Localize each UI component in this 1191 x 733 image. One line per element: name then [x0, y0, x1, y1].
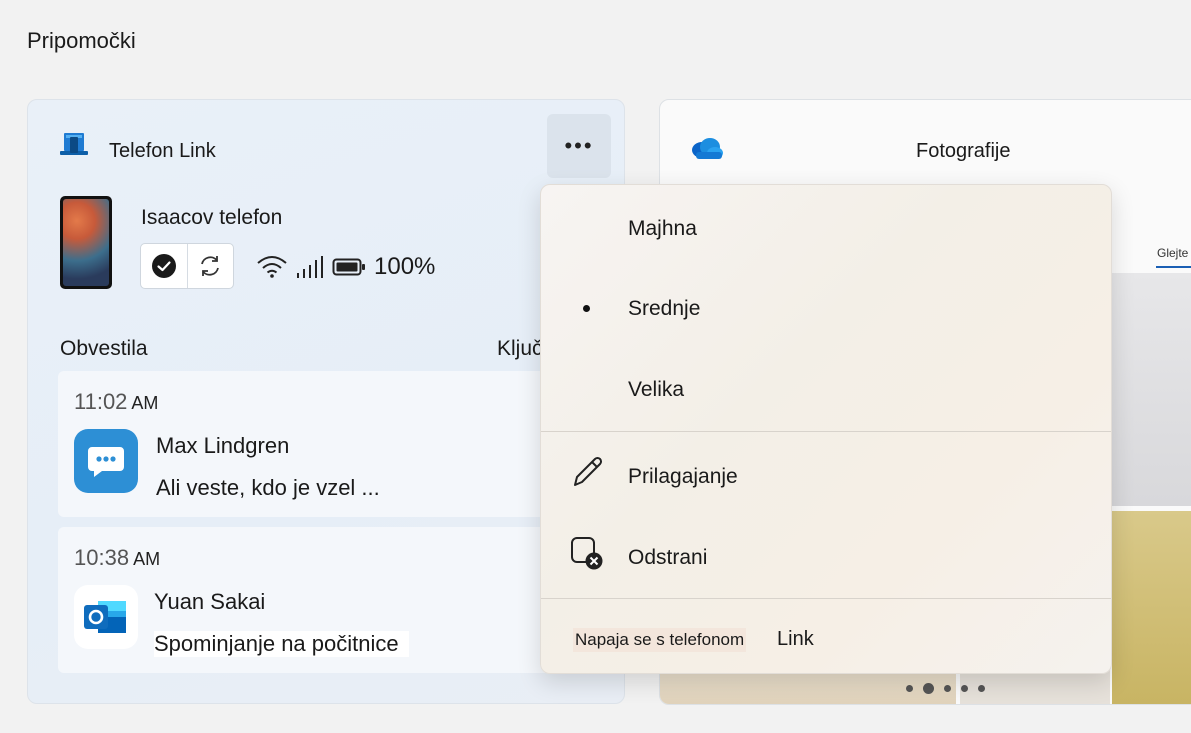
menu-item-small[interactable]: Majhna — [541, 205, 1111, 255]
menu-item-label: Majhna — [628, 217, 697, 240]
menu-item-label: Odstrani — [628, 546, 708, 569]
check-circle-icon — [151, 254, 176, 278]
carousel-dot[interactable] — [906, 685, 913, 692]
photo-tile[interactable] — [1112, 511, 1191, 704]
remove-widget-icon — [571, 537, 603, 570]
more-options-button[interactable]: ••• — [547, 114, 611, 178]
widget-title-part2: Link — [179, 140, 216, 162]
phone-status: 100% — [256, 252, 435, 282]
notification-time: 10:38 AM — [74, 545, 161, 570]
onedrive-cloud-icon — [692, 138, 723, 159]
notification-item[interactable]: 10:38 AM Yuan Sakai Spominjanje na počitn… — [58, 527, 598, 673]
widget-title-part1: Telefon — [109, 140, 174, 162]
battery-level: 100% — [374, 253, 436, 280]
photo-tile[interactable] — [1112, 273, 1191, 506]
menu-item-label: Velika — [628, 378, 685, 401]
menu-item-remove[interactable]: Odstrani — [541, 534, 1111, 584]
photos-title: Fotografije — [916, 140, 1011, 162]
sync-button[interactable] — [186, 244, 234, 288]
photos-tab[interactable]: Glejte — [1157, 246, 1188, 260]
more-icon: ••• — [564, 133, 594, 158]
notification-sender: Max Lindgren — [156, 433, 290, 458]
tab-indicator — [1156, 266, 1191, 268]
phone-link-icon — [60, 133, 88, 155]
wifi-icon — [257, 256, 287, 278]
notifications-title: Obvestila — [60, 337, 148, 360]
notification-time: 11:02 AM — [74, 389, 159, 414]
signal-icon — [297, 256, 323, 278]
phone-thumbnail — [60, 196, 112, 289]
sync-icon — [201, 256, 220, 276]
notifications-key-link[interactable]: Ključ — [497, 337, 543, 361]
notification-item[interactable]: 11:02 AM Max Lindgren Ali veste, kdo je v… — [58, 371, 598, 517]
menu-separator — [541, 598, 1111, 599]
selected-bullet-icon — [583, 305, 590, 312]
widget-title: Telefon Link — [109, 140, 216, 163]
menu-item-customize[interactable]: Prilagajanje — [541, 453, 1111, 503]
carousel-dot[interactable] — [944, 685, 951, 692]
carousel-dots[interactable] — [906, 683, 985, 694]
notification-text: Spominjanje na počitnice — [154, 631, 409, 657]
powered-by-text: Napaja se s telefonom — [573, 628, 747, 652]
carousel-dot[interactable] — [978, 685, 985, 692]
carousel-dot-active[interactable] — [923, 683, 934, 694]
messages-app-icon — [74, 429, 138, 493]
do-not-disturb-button[interactable] — [141, 244, 187, 288]
phone-link-widget: Telefon Link ••• Isaacov telefon 100% Ob… — [27, 99, 625, 704]
outlook-app-icon — [74, 585, 138, 649]
menu-separator — [541, 431, 1111, 432]
menu-item-medium[interactable]: Srednje — [541, 285, 1111, 335]
menu-item-label: Prilagajanje — [628, 465, 738, 488]
notification-text: Ali veste, kdo je vzel ... — [156, 475, 380, 500]
phone-action-group — [140, 243, 234, 289]
battery-icon — [332, 258, 365, 276]
carousel-dot[interactable] — [961, 685, 968, 692]
menu-item-label: Srednje — [628, 297, 701, 320]
widget-context-menu: Majhna Srednje Velika Prilagajanje Odstr… — [540, 184, 1112, 674]
page-title: Pripomočki — [27, 28, 136, 53]
notification-sender: Yuan Sakai — [154, 589, 266, 614]
pencil-icon — [574, 456, 603, 486]
phone-link-footer-link[interactable]: Link — [777, 628, 814, 651]
device-name: Isaacov telefon — [141, 206, 283, 229]
menu-item-large[interactable]: Velika — [541, 366, 1111, 416]
